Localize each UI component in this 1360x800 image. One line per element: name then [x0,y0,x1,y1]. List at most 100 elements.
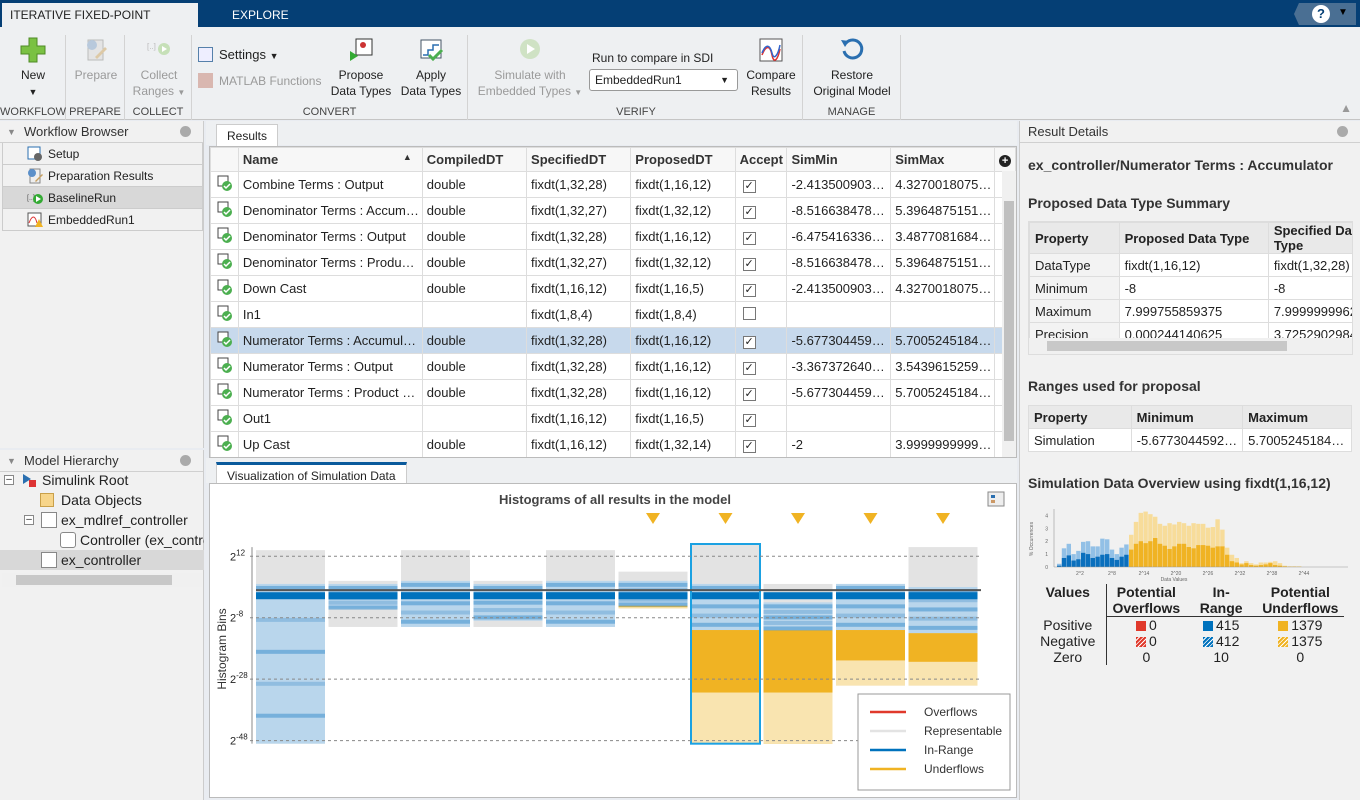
legend-toggle-button[interactable] [987,491,1005,507]
collapse-icon[interactable]: ▼ [7,121,16,143]
col-specifieddt[interactable]: SpecifiedDT [526,147,632,172]
accept-checkbox[interactable]: ✓ [742,413,756,427]
histogram-column[interactable] [328,580,398,627]
cell-proposeddt[interactable]: fixdt(1,32,14) [630,431,736,457]
col-simmin[interactable]: SimMin [786,147,892,172]
cell-proposeddt[interactable]: fixdt(1,16,5) [630,275,736,302]
summary-row-positive: Positive 0 415 1379 [1030,616,1344,633]
collapse-node-icon[interactable]: – [24,515,34,525]
underflow-positive-bar [1196,545,1201,567]
histogram-column[interactable] [546,550,615,627]
table-row[interactable]: Numerator Terms : Output double fixdt(1,32… [210,353,1016,380]
tree-node-ex-controller[interactable]: ex_controller [0,550,204,570]
accept-checkbox[interactable]: ✓ [742,179,756,193]
col-values: Values [1030,584,1107,617]
simulate-embedded-types-button[interactable]: Simulate with Embedded Types ▼ [474,37,586,101]
histogram-column[interactable] [473,580,543,627]
panel-options-icon[interactable] [180,126,191,137]
cell-simmax: 3.4877081684… [890,223,996,250]
tree-node-data-objects[interactable]: Data Objects [0,490,204,510]
accept-checkbox[interactable]: ✓ [742,335,756,349]
cell-proposeddt[interactable]: fixdt(1,32,12) [630,249,736,276]
propose-data-types-button[interactable]: Propose Data Types [330,37,392,99]
accept-checkbox[interactable]: ✓ [742,283,756,297]
col-simmax[interactable]: SimMax [890,147,996,172]
accept-checkbox[interactable]: ✓ [742,387,756,401]
histogram-column[interactable] [256,550,325,744]
cell-proposeddt[interactable]: fixdt(1,8,4) [630,301,736,328]
tab-iterative-fixed-point-conversion[interactable]: ITERATIVE FIXED-POINT CONVERSION [2,3,198,46]
underflow-positive-bar [1234,562,1239,567]
histogram-column[interactable] [908,513,978,686]
table-row[interactable]: Numerator Terms : Product … double fixdt(1… [210,379,1016,406]
collapse-node-icon[interactable]: – [4,475,14,485]
histogram-column[interactable] [836,513,905,686]
block-ok-icon [217,227,232,243]
table-row[interactable]: Numerator Terms : Accumul… double fixdt(1,… [210,327,1016,354]
tab-visualization[interactable]: Visualization of Simulation Data [216,462,407,484]
chevron-down-icon: ▼ [177,88,186,97]
compare-results-button[interactable]: Compare Results [742,37,800,99]
accept-checkbox[interactable]: ✓ [742,361,756,375]
tab-explore[interactable]: EXPLORE [224,3,297,27]
cell-proposeddt[interactable]: fixdt(1,16,12) [630,327,736,354]
accept-checkbox[interactable] [742,306,756,320]
horizontal-scrollbar[interactable] [2,573,202,587]
col-accept[interactable]: Accept [734,147,788,172]
tree-node-controller[interactable]: Controller (ex_controller) [0,530,204,550]
histogram-column[interactable] [763,513,833,744]
horizontal-scrollbar[interactable] [1029,338,1352,354]
vertical-scrollbar[interactable] [1002,171,1016,457]
accept-checkbox[interactable]: ✓ [742,205,756,219]
prepare-button[interactable]: Prepare [70,37,122,83]
collapse-icon[interactable]: ▼ [7,450,16,472]
cell-proposeddt[interactable]: fixdt(1,16,12) [630,223,736,250]
inrange-peak-bar [691,592,760,600]
settings-button[interactable]: Settings ▼ [198,47,279,64]
table-row[interactable]: Denominator Terms : Accum… double fixdt(1,… [210,197,1016,224]
table-row[interactable]: Combine Terms : Output double fixdt(1,32,2… [210,171,1016,198]
restore-original-model-button[interactable]: Restore Original Model [805,37,899,99]
cell-proposeddt[interactable]: fixdt(1,32,12) [630,197,736,224]
help-button[interactable]: ? ▼ [1294,3,1356,25]
cell-proposeddt[interactable]: fixdt(1,16,12) [630,379,736,406]
table-row[interactable]: In1 fixdt(1,8,4) fixdt(1,8,4) [210,301,1016,328]
panel-options-icon[interactable] [180,455,191,466]
table-row[interactable]: Denominator Terms : Output double fixdt(1,… [210,223,1016,250]
tab-results[interactable]: Results [216,124,279,146]
workflow-item-baselinerun[interactable]: [..] BaselineRun [2,187,203,209]
histogram-column[interactable] [401,550,470,627]
col-name[interactable]: Name ▲ [237,147,423,172]
accept-checkbox[interactable]: ✓ [742,231,756,245]
accept-checkbox[interactable]: ✓ [742,257,756,271]
add-column-button[interactable]: + [994,147,1016,172]
collect-ranges-button[interactable]: [..] Collect Ranges ▼ [129,37,189,101]
inrange-band [401,582,470,587]
tree-node-simulink-root[interactable]: – Simulink Root [0,470,204,490]
new-button[interactable]: New ▼ [6,37,60,100]
histogram-column[interactable] [618,513,688,609]
collapse-toolstrip-icon[interactable]: ▲ [1340,101,1352,115]
col-proposeddt[interactable]: ProposedDT [630,147,736,172]
run-compare-dropdown[interactable]: EmbeddedRun1 ▼ [589,69,738,91]
scrollbar-thumb[interactable] [1004,201,1014,441]
matlab-functions-button[interactable]: MATLAB Functions [198,73,321,89]
apply-data-types-button[interactable]: Apply Data Types [398,37,464,99]
panel-options-icon[interactable] [1337,126,1348,137]
cell-proposeddt[interactable]: fixdt(1,16,12) [630,353,736,380]
table-row[interactable]: Up Cast double fixdt(1,16,12) fixdt(1,32,14… [210,431,1016,457]
workflow-item-setup[interactable]: Setup [2,143,203,165]
prepare-label: Prepare [74,68,118,82]
col-compileddt[interactable]: CompiledDT [421,147,528,172]
workflow-item-preparation-results[interactable]: Preparation Results [2,165,203,187]
table-row[interactable]: Denominator Terms : Produ… double fixdt(1,… [210,249,1016,276]
cell-proposeddt[interactable]: fixdt(1,16,5) [630,405,736,432]
workflow-item-embeddedrun1[interactable]: EmbeddedRun1 [2,209,203,231]
accept-checkbox[interactable]: ✓ [742,439,756,453]
cell-proposeddt[interactable]: fixdt(1,16,12) [630,171,736,198]
tree-node-ex-mdlref-controller[interactable]: – ex_mdlref_controller [0,510,204,530]
table-row[interactable]: Out1 fixdt(1,16,12) fixdt(1,16,5) ✓ [210,405,1016,432]
table-row[interactable]: Down Cast double fixdt(1,16,12) fixdt(1,16,… [210,275,1016,302]
histogram-column[interactable] [690,513,761,745]
inrange-band [256,617,325,622]
